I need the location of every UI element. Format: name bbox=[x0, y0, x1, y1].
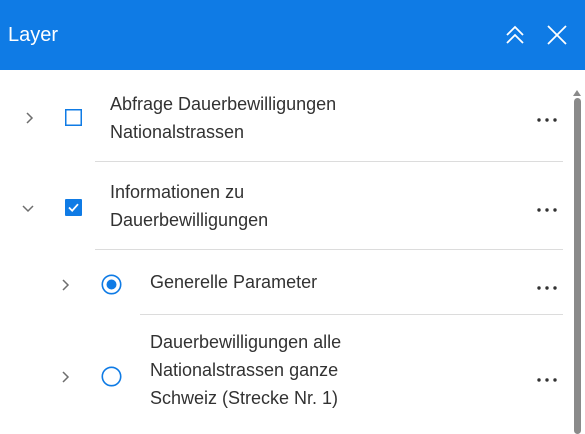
panel-title: Layer bbox=[8, 24, 59, 46]
more-options-icon[interactable] bbox=[535, 372, 559, 382]
layer-label-line: Informationen zu bbox=[110, 182, 245, 202]
layer-label-line: Dauerbewilligungen bbox=[110, 210, 269, 230]
layer-radio[interactable] bbox=[101, 366, 122, 392]
layer-item[interactable]: Informationen zu Dauerbewilligungen bbox=[0, 162, 563, 250]
chevron-right-icon[interactable] bbox=[23, 111, 37, 125]
layer-list: Abfrage Dauerbewilligungen Nationalstras… bbox=[0, 70, 585, 434]
layer-label: Informationen zu Dauerbewilligungen bbox=[110, 178, 268, 234]
scroll-up-icon[interactable] bbox=[572, 84, 582, 96]
layer-label-line: Nationalstrassen bbox=[110, 122, 245, 142]
layer-label-line: Generelle Parameter bbox=[150, 272, 318, 292]
layer-item[interactable]: Dauerbewilligungen alle Nationalstrassen… bbox=[0, 315, 563, 434]
scrollbar-thumb[interactable] bbox=[574, 98, 581, 434]
chevron-right-icon[interactable] bbox=[59, 370, 73, 384]
layer-checkbox[interactable] bbox=[65, 109, 82, 131]
layer-label: Dauerbewilligungen alle Nationalstrassen… bbox=[150, 328, 341, 412]
chevron-down-icon[interactable] bbox=[21, 202, 35, 216]
layer-label: Generelle Parameter bbox=[150, 268, 317, 296]
more-options-icon[interactable] bbox=[535, 202, 559, 212]
layer-label-line: Schweiz (Strecke Nr. 1) bbox=[150, 388, 339, 408]
layer-radio[interactable] bbox=[101, 274, 122, 300]
more-options-icon[interactable] bbox=[535, 112, 559, 122]
collapse-icon[interactable] bbox=[504, 24, 526, 46]
more-options-icon[interactable] bbox=[535, 280, 559, 290]
layer-label-line: Nationalstrassen ganze bbox=[150, 360, 339, 380]
panel-header: Layer bbox=[0, 0, 585, 70]
layer-item[interactable]: Abfrage Dauerbewilligungen Nationalstras… bbox=[0, 70, 563, 162]
layer-label: Abfrage Dauerbewilligungen Nationalstras… bbox=[110, 90, 336, 146]
layer-label-line: Abfrage Dauerbewilligungen bbox=[110, 94, 337, 114]
layer-item[interactable]: Generelle Parameter bbox=[0, 250, 563, 315]
layer-panel: Layer Abfrage Dauerbewilligungen Nationa… bbox=[0, 0, 585, 434]
layer-checkbox[interactable] bbox=[65, 199, 82, 221]
close-icon[interactable] bbox=[546, 24, 568, 46]
layer-label-line: Dauerbewilligungen alle bbox=[150, 332, 342, 352]
chevron-right-icon[interactable] bbox=[59, 278, 73, 292]
